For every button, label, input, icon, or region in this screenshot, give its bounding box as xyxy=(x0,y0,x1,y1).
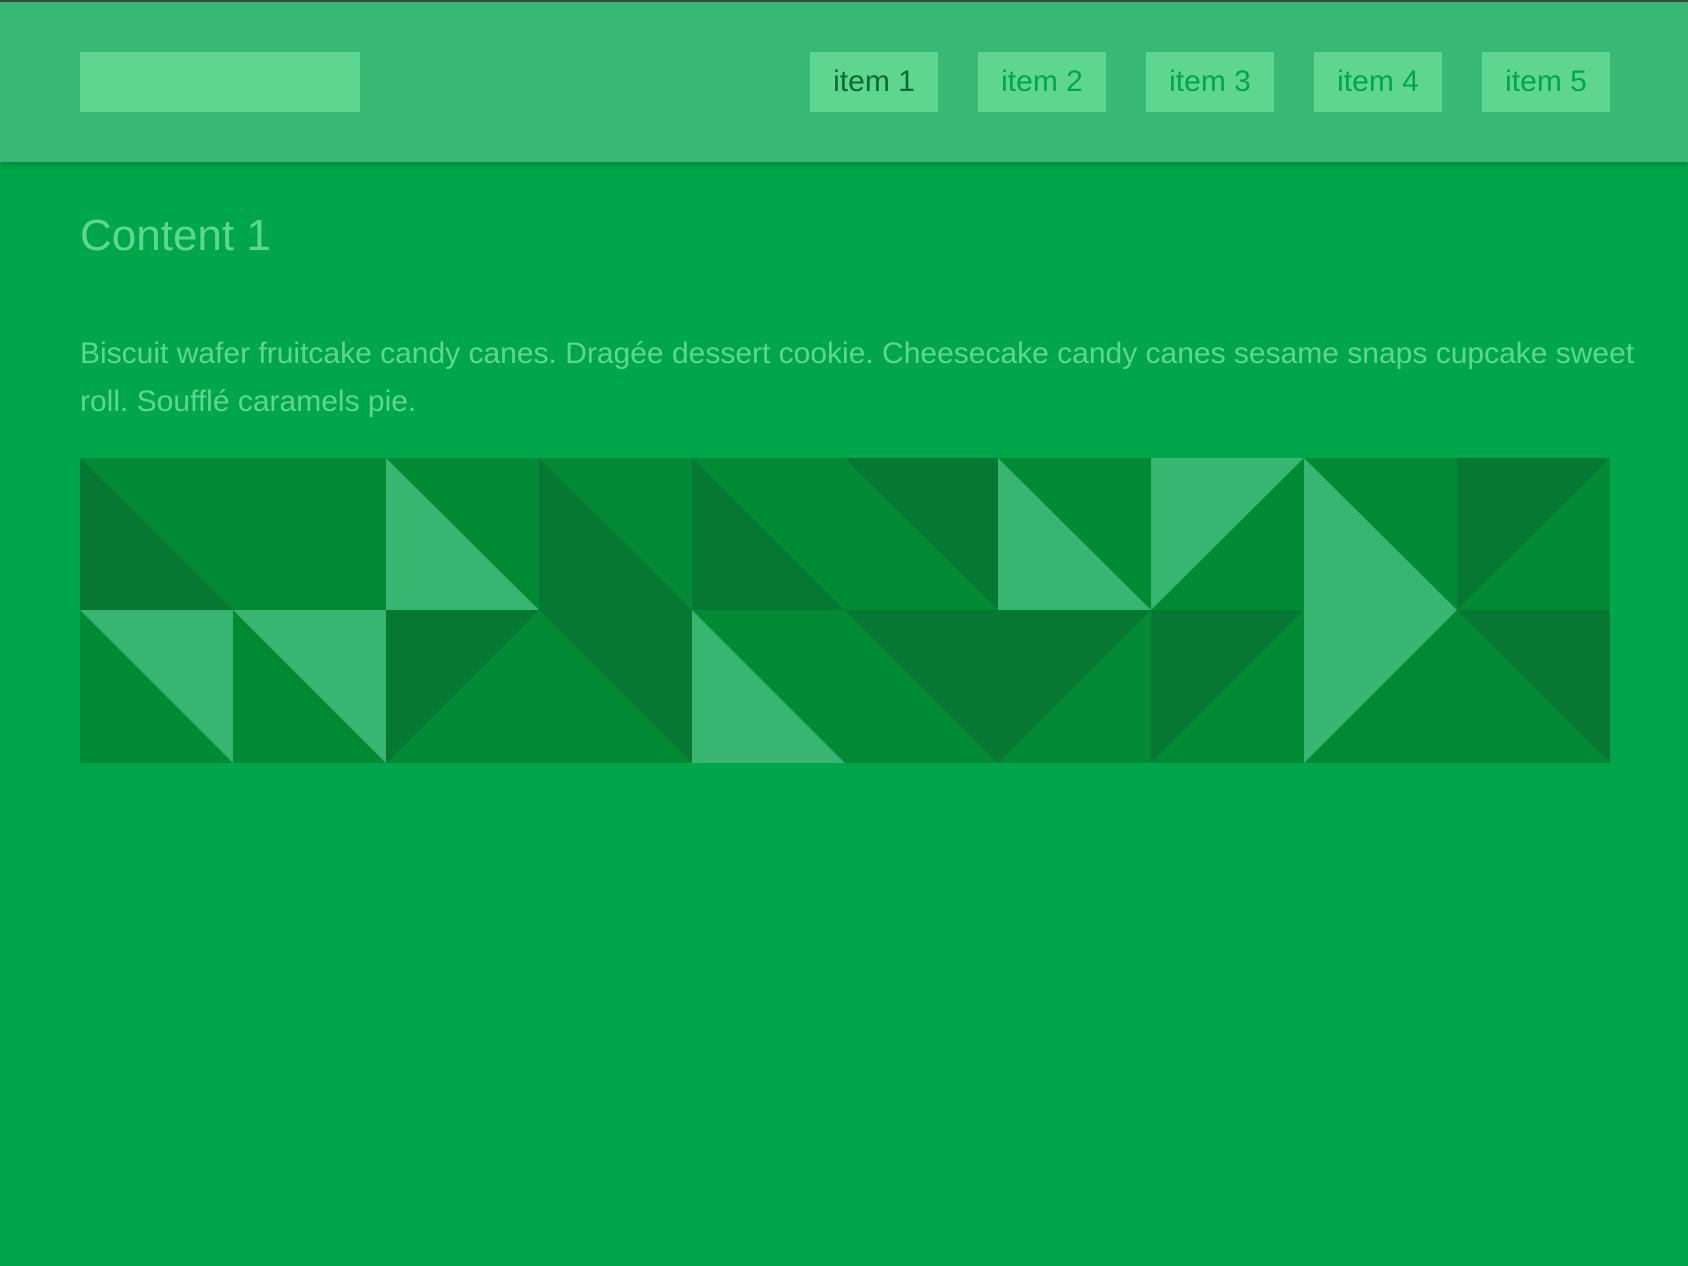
logo-placeholder[interactable] xyxy=(80,52,360,112)
triangle-mosaic-image xyxy=(80,458,1610,763)
header-bar: item 1 item 2 item 3 item 4 item 5 xyxy=(0,2,1688,162)
nav-item-3[interactable]: item 3 xyxy=(1146,52,1274,112)
nav-item-2[interactable]: item 2 xyxy=(978,52,1106,112)
nav-item-5[interactable]: item 5 xyxy=(1482,52,1610,112)
page-title: Content 1 xyxy=(80,211,271,260)
nav-item-1[interactable]: item 1 xyxy=(810,52,938,112)
content-paragraph: Biscuit wafer fruitcake candy canes. Dra… xyxy=(80,337,1635,418)
nav-item-4[interactable]: item 4 xyxy=(1314,52,1442,112)
